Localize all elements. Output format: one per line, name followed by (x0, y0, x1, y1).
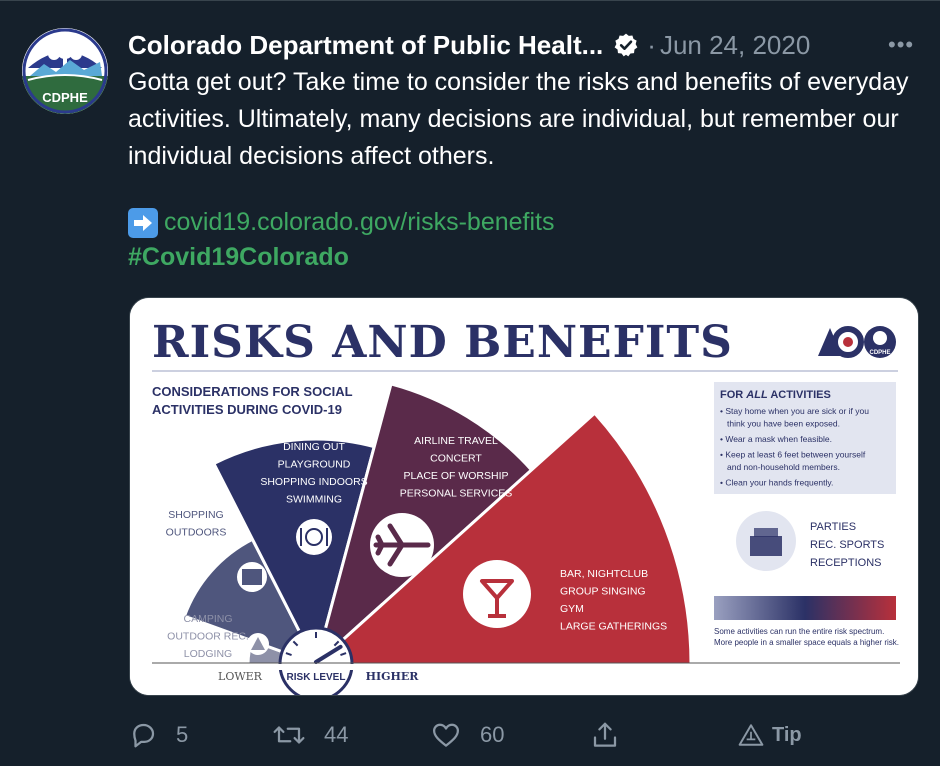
risk-tier-label: PLAYGROUND (278, 459, 351, 471)
risk-tier-label: PERSONAL SERVICES (400, 488, 513, 500)
risk-tier-label: SWIMMING (286, 494, 342, 506)
share-button[interactable] (590, 712, 638, 758)
all-activities-bullet: • Keep at least 6 feet between yourself (720, 450, 866, 460)
like-count: 60 (480, 722, 505, 747)
risk-tier-label: CAMPING (183, 613, 232, 625)
infographic-logo-label: CDPHE (869, 350, 890, 356)
risk-tier-label: OUTDOORS (166, 527, 227, 539)
tip-button[interactable]: Tip (738, 723, 802, 747)
avatar-label: CDPHE (42, 90, 88, 105)
spectrum-item: RECEPTIONS (810, 557, 882, 569)
risk-gradient-bar (714, 596, 896, 620)
risk-tier-label: SHOPPING (168, 509, 223, 521)
tweet-actions: 5 44 60 (128, 712, 818, 758)
tweet-media-image[interactable]: RISKS AND BENEFITS CDPHE CONSIDERATIONS … (129, 297, 919, 696)
spectrum-item: PARTIES (810, 521, 856, 533)
all-activities-heading: FOR ALL ACTIVITIES (720, 389, 831, 401)
risks-benefits-infographic: RISKS AND BENEFITS CDPHE CONSIDERATIONS … (130, 298, 918, 695)
scale-higher-label: HIGHER (366, 670, 420, 683)
cake-icon (750, 536, 782, 556)
reply-count: 5 (176, 722, 189, 747)
cdphe-logo-icon: CDPHE (22, 28, 108, 114)
share-icon (593, 722, 617, 747)
verified-badge-icon (614, 33, 638, 57)
top-divider (0, 0, 940, 1)
risk-tier-label: BAR, NIGHTCLUB (560, 568, 648, 580)
tweet-link[interactable]: covid19.colorado.gov/risks-benefits (164, 204, 554, 241)
retweet-count: 44 (324, 722, 349, 747)
date-separator: · (647, 29, 656, 60)
risk-tier-label: AIRLINE TRAVEL (414, 435, 498, 447)
infographic-subtitle-2: ACTIVITIES DURING COVID-19 (152, 402, 342, 417)
all-activities-bullet: • Clean your hands frequently. (720, 478, 833, 488)
risk-tier-label: PLACE OF WORSHIP (403, 470, 508, 482)
storefront-icon (242, 569, 262, 585)
all-activities-bullet: • Wear a mask when feasible. (720, 434, 832, 444)
avatar[interactable]: CDPHE (22, 28, 108, 114)
scale-lower-label: LOWER (218, 670, 263, 683)
tweet-text: Gotta get out? Take time to consider the… (128, 68, 909, 170)
risk-tier-label: SHOPPING INDOORS (260, 476, 367, 488)
spectrum-note-2: More people in a smaller space equals a … (714, 638, 899, 647)
author-name[interactable]: Colorado Department of Public Healt... (128, 30, 603, 61)
infographic-subtitle-1: CONSIDERATIONS FOR SOCIAL (152, 384, 353, 399)
risk-tier-label: LODGING (184, 648, 232, 660)
more-options-icon[interactable]: ••• (888, 32, 914, 58)
infographic-title: RISKS AND BENEFITS (152, 317, 733, 368)
tip-label: Tip (772, 723, 802, 746)
risk-tier-label: DINING OUT (283, 441, 345, 453)
all-activities-bullet: and non-household members. (727, 462, 840, 472)
risk-tier-label: GYM (560, 603, 584, 615)
tweet-link-line: covid19.colorado.gov/risks-benefits (128, 204, 554, 241)
right-arrow-icon (128, 207, 158, 238)
tweet-header: Colorado Department of Public Healt... ·… (128, 27, 810, 63)
reply-icon (133, 723, 155, 748)
tweet-date[interactable]: Jun 24, 2020 (660, 30, 810, 61)
risk-tier-label: OUTDOOR REC. (167, 631, 249, 643)
spectrum-note-1: Some activities can run the entire risk … (714, 627, 884, 636)
reply-button[interactable]: 5 (128, 712, 188, 758)
risk-tier-label: LARGE GATHERINGS (560, 621, 667, 633)
spectrum-item: REC. SPORTS (810, 539, 884, 551)
all-activities-bullet: • Stay home when you are sick or if you (720, 406, 869, 416)
risk-tier-label: GROUP SINGING (560, 586, 646, 598)
like-button[interactable]: 60 (430, 712, 504, 758)
risk-tier-label: CONCERT (430, 453, 482, 465)
retweet-button[interactable]: 44 (272, 712, 348, 758)
all-activities-bullet: think you have been exposed. (727, 419, 840, 429)
hashtag-link[interactable]: #Covid19Colorado (128, 239, 349, 276)
scale-risk-level-label: RISK LEVEL (287, 672, 346, 683)
tip-icon (738, 724, 764, 746)
like-icon (433, 723, 459, 747)
retweet-icon (273, 726, 305, 744)
